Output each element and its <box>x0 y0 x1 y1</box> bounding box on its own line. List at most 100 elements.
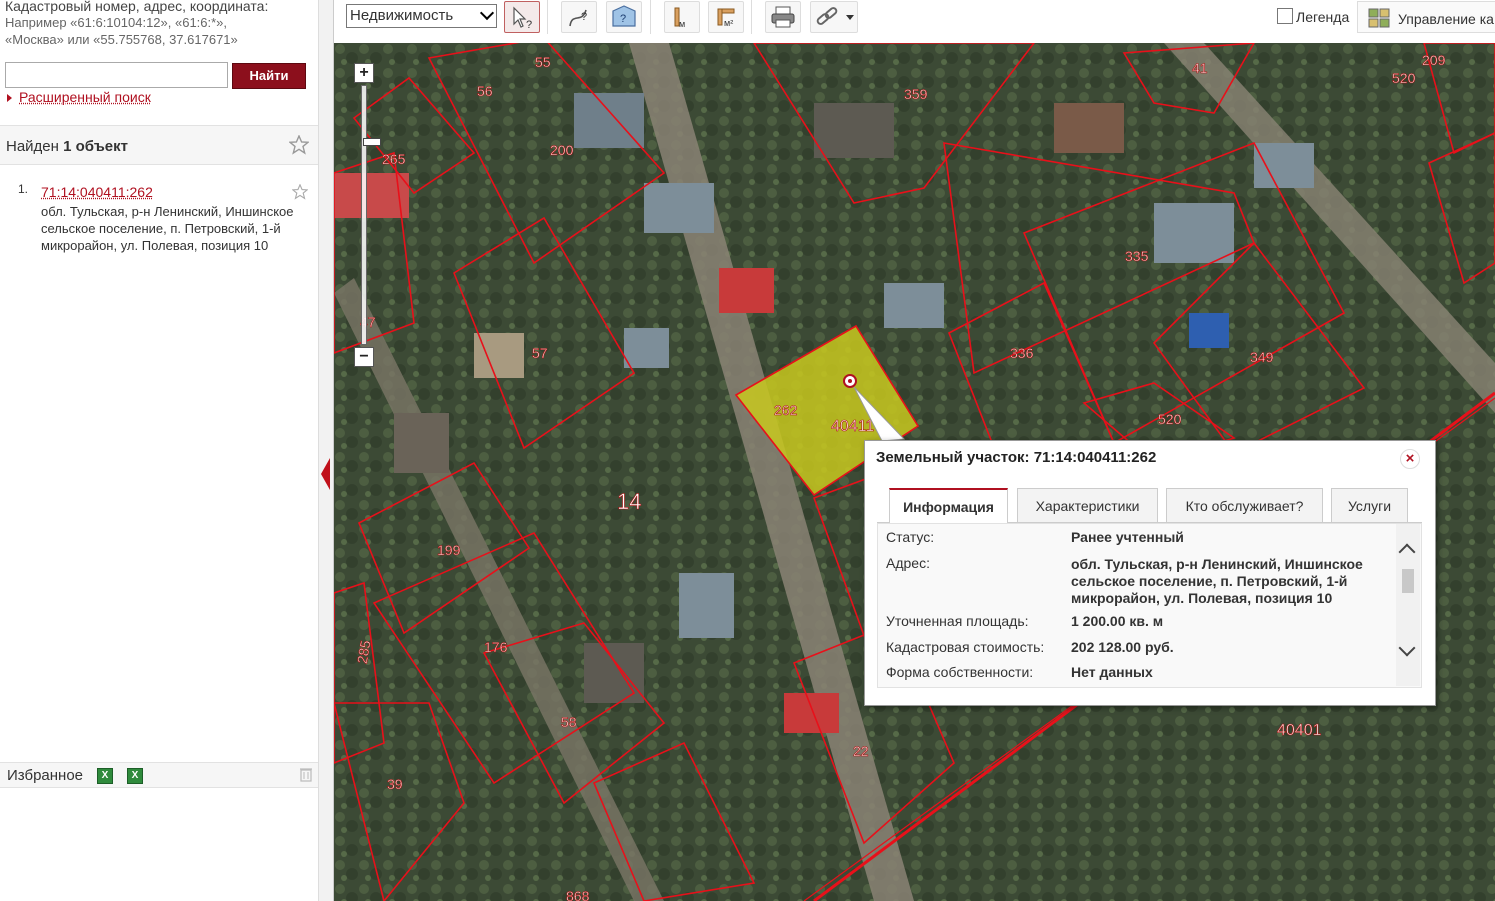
zoom-out-button[interactable]: − <box>354 347 374 367</box>
result-index: 1. <box>18 182 29 196</box>
zoom-in-button[interactable]: + <box>354 63 374 83</box>
measure-area-button[interactable]: м² <box>708 1 744 33</box>
zoom-slider[interactable] <box>361 85 381 345</box>
parcel-label: 41 <box>1192 60 1208 76</box>
measure-route-button[interactable]: ? <box>561 1 597 33</box>
info-panel: Статус: Ранее учтенный Адрес: обл. Тульс… <box>877 523 1422 688</box>
parcel-label: 200 <box>550 142 574 158</box>
favorite-star-icon[interactable] <box>292 184 308 200</box>
manage-maps-label: Управление ка <box>1398 11 1494 27</box>
parcel-label: 22 <box>853 743 869 759</box>
search-hint-example: Например «61:6:10104:12», «61:6:*», <box>5 15 228 30</box>
cadastral-value-label: Кадастровая стоимость: <box>886 639 1045 655</box>
parcel-label: 57 <box>532 345 548 361</box>
print-button[interactable] <box>765 1 801 33</box>
advanced-search-label: Расширенный поиск <box>19 89 151 105</box>
status-value: Ранее учтенный <box>1071 529 1184 545</box>
star-icon[interactable] <box>289 135 309 155</box>
layer-select[interactable]: Недвижимость <box>346 4 497 28</box>
parcel-label: 199 <box>437 542 461 558</box>
area-ruler-icon: м² <box>717 8 735 28</box>
result-address: обл. Тульская, р-н Ленинский, Иншинское … <box>41 204 294 253</box>
close-icon[interactable]: × <box>1400 449 1420 469</box>
tab-who-serves[interactable]: Кто обслуживает? <box>1166 488 1323 522</box>
print-icon <box>771 6 795 28</box>
svg-text:?: ? <box>581 11 587 23</box>
tab-characteristics[interactable]: Характеристики <box>1017 488 1158 522</box>
tab-services[interactable]: Услуги <box>1331 488 1408 522</box>
parcel-label: 349 <box>1250 349 1274 365</box>
legend-checkbox[interactable] <box>1277 8 1293 24</box>
zoom-control: + − <box>354 63 381 368</box>
svg-text:?: ? <box>526 19 532 31</box>
area-query-button[interactable]: ? <box>606 1 642 33</box>
parcel-label: 359 <box>904 86 928 102</box>
ownership-value: Нет данных <box>1071 664 1153 680</box>
link-icon <box>816 7 854 25</box>
collapse-sidebar-icon[interactable] <box>321 458 330 490</box>
address-label: Адрес: <box>886 555 930 571</box>
excel-export-icon[interactable]: X <box>127 768 143 784</box>
legend-label: Легенда <box>1296 9 1350 25</box>
search-input[interactable] <box>5 62 228 88</box>
manage-maps-button[interactable]: Управление ка <box>1357 1 1495 33</box>
address-value: обл. Тульская, р-н Ленинский, Иншинское … <box>1071 556 1363 606</box>
route-question-icon: ? <box>569 9 587 27</box>
grid-icon <box>1368 8 1390 28</box>
search-hint-example-2: «Москва» или «55.755768, 37.617671» <box>5 32 238 47</box>
svg-text:м: м <box>679 19 685 29</box>
measure-distance-button[interactable]: м <box>664 1 700 33</box>
excel-import-icon[interactable]: X <box>97 768 113 784</box>
scroll-down-icon[interactable] <box>1398 639 1416 657</box>
parcel-label: 868 <box>566 888 590 901</box>
parcel-label: 56 <box>477 83 493 99</box>
tab-information[interactable]: Информация <box>889 488 1008 523</box>
find-button[interactable]: Найти <box>232 63 306 89</box>
favorites-label: Избранное <box>7 767 84 784</box>
sidebar: Кадастровый номер, адрес, координата: На… <box>0 0 318 901</box>
info-scrollbar[interactable] <box>1396 524 1420 686</box>
status-label: Статус: <box>886 529 935 545</box>
link-button[interactable] <box>810 1 858 33</box>
quarter-label: 14 <box>617 489 641 514</box>
favorites-bar: Избранное X X <box>0 762 318 788</box>
parcel-label: 209 <box>1422 52 1446 68</box>
parcel-label: 336 <box>1010 345 1034 361</box>
popup-tabs: Информация Характеристики Кто обслуживае… <box>877 488 1422 523</box>
parcel-label: 335 <box>1125 248 1149 264</box>
results-header: Найден 1 объект <box>0 125 318 165</box>
area-value: 1 200.00 кв. м <box>1071 613 1164 629</box>
zoom-slider-handle[interactable] <box>363 138 381 146</box>
parcel-label: 176 <box>484 639 508 655</box>
search-hint-title: Кадастровый номер, адрес, координата: <box>5 0 269 14</box>
parcel-label: 520 <box>1158 411 1182 427</box>
quarter-label: 40401 <box>1277 722 1322 739</box>
parcel-label: 520 <box>1392 70 1416 86</box>
ruler-icon: м <box>674 7 685 29</box>
parcel-label: 262 <box>774 402 798 418</box>
svg-text:м²: м² <box>724 18 733 28</box>
quarter-label: 40411 <box>831 418 874 435</box>
scroll-up-icon[interactable] <box>1398 543 1416 561</box>
parcel-label: 39 <box>387 776 403 792</box>
expand-arrow-icon <box>7 94 12 102</box>
svg-text:?: ? <box>620 13 626 25</box>
identify-tool-button[interactable]: ? <box>504 1 540 33</box>
scrollbar-thumb[interactable] <box>1402 569 1414 593</box>
area-label: Уточненная площадь: <box>886 613 1029 629</box>
advanced-search-link[interactable]: Расширенный поиск <box>7 89 151 105</box>
layer-select-value: Недвижимость <box>350 7 454 24</box>
sidebar-splitter[interactable] <box>318 0 334 901</box>
chevron-down-icon <box>479 5 495 21</box>
found-count: Найден 1 объект <box>6 138 128 155</box>
parcel-label: 58 <box>561 714 577 730</box>
parcel-label: 265 <box>382 151 406 167</box>
ownership-label: Форма собственности: <box>886 664 1034 680</box>
cadastral-value: 202 128.00 руб. <box>1071 639 1174 655</box>
found-prefix: Найден <box>6 138 59 155</box>
popup-title: Земельный участок: 71:14:040411:262 <box>876 449 1157 466</box>
parcel-label: 55 <box>535 54 551 70</box>
polygon-question-icon: ? <box>612 5 636 27</box>
result-cadastral-link[interactable]: 71:14:040411:262 <box>41 184 153 200</box>
trash-icon[interactable] <box>300 767 312 782</box>
